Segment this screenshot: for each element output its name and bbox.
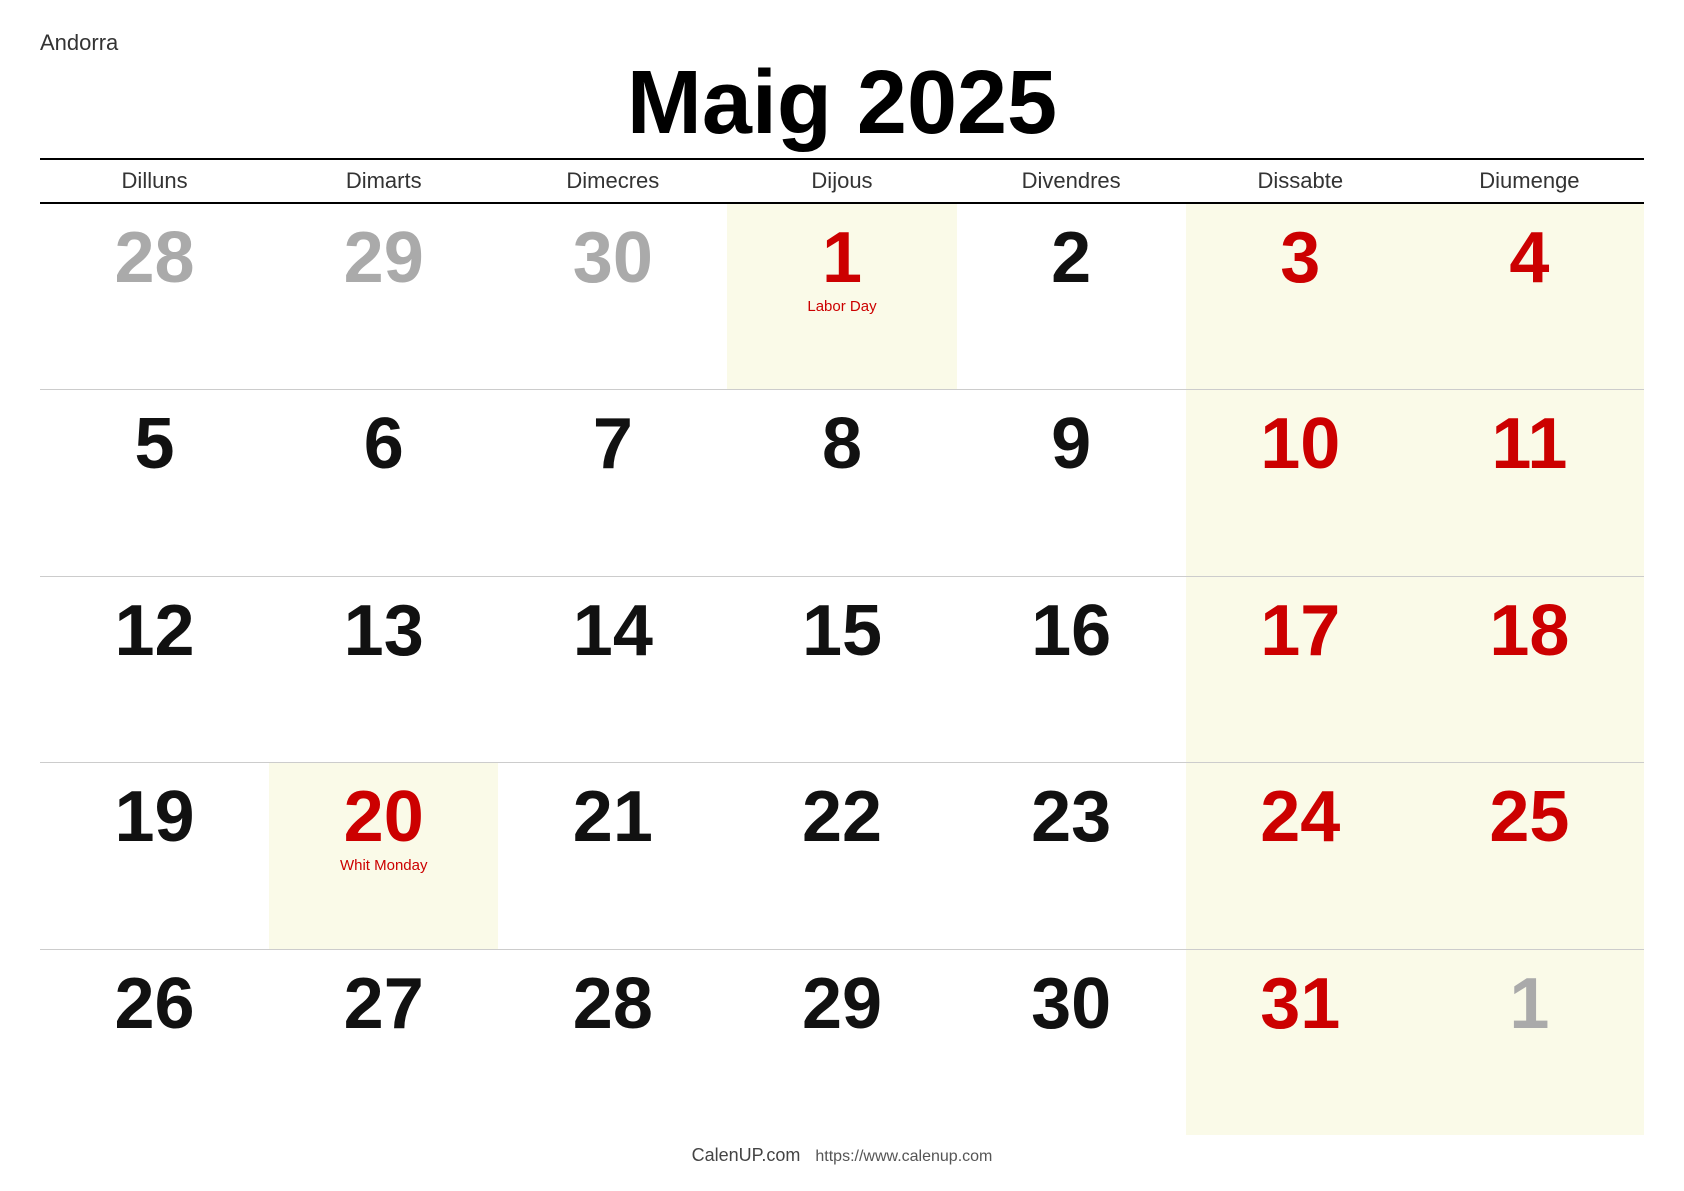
day-number: 29	[802, 968, 882, 1040]
week-row-5: 26 27 28 29 30 31 1	[40, 950, 1644, 1135]
day-number: 24	[1260, 781, 1340, 853]
day-cell-3-5: 16	[957, 577, 1186, 762]
day-number: 2	[1051, 222, 1091, 294]
day-header: Dimecres	[498, 160, 727, 202]
day-header: Diumenge	[1415, 160, 1644, 202]
day-number: 5	[135, 408, 175, 480]
day-number: 20	[344, 781, 424, 853]
day-cell-3-4: 15	[727, 577, 956, 762]
week-row-2: 5 6 7 8 9 10 11	[40, 390, 1644, 576]
day-cell-4-3: 21	[498, 763, 727, 948]
day-header: Dilluns	[40, 160, 269, 202]
day-cell-5-1: 26	[40, 950, 269, 1135]
day-number: 25	[1489, 781, 1569, 853]
week-row-4: 19 20 Whit Monday 21 22 23 24 25	[40, 763, 1644, 949]
day-headers-row: DillunsDimartsDimecresDijousDivendresDis…	[40, 160, 1644, 204]
footer-url: https://www.calenup.com	[815, 1148, 992, 1165]
day-number: 28	[115, 222, 195, 294]
day-header: Dimarts	[269, 160, 498, 202]
day-cell-4-6: 24	[1186, 763, 1415, 948]
day-number: 19	[115, 781, 195, 853]
day-cell-3-1: 12	[40, 577, 269, 762]
day-cell-5-2: 27	[269, 950, 498, 1135]
footer-brand: CalenUP.com	[692, 1145, 801, 1165]
day-cell-2-6: 10	[1186, 390, 1415, 575]
day-cell-1-1: 28	[40, 204, 269, 389]
day-cell-1-5: 2	[957, 204, 1186, 389]
day-cell-4-5: 23	[957, 763, 1186, 948]
day-cell-5-3: 28	[498, 950, 727, 1135]
day-cell-1-6: 3	[1186, 204, 1415, 389]
day-cell-5-7: 1	[1415, 950, 1644, 1135]
day-cell-4-4: 22	[727, 763, 956, 948]
day-number: 4	[1509, 222, 1549, 294]
day-number: 8	[822, 408, 862, 480]
day-number: 11	[1491, 408, 1567, 480]
day-number: 18	[1489, 595, 1569, 667]
day-cell-2-2: 6	[269, 390, 498, 575]
day-number: 12	[115, 595, 195, 667]
day-number: 15	[802, 595, 882, 667]
day-cell-5-5: 30	[957, 950, 1186, 1135]
day-cell-2-7: 11	[1415, 390, 1644, 575]
day-number: 30	[573, 222, 653, 294]
day-header: Divendres	[957, 160, 1186, 202]
calendar-body: 2829301Labor Day234567891011121314151617…	[40, 204, 1644, 1135]
day-cell-5-4: 29	[727, 950, 956, 1135]
day-cell-1-3: 30	[498, 204, 727, 389]
day-number: 21	[573, 781, 653, 853]
day-cell-2-3: 7	[498, 390, 727, 575]
day-number: 1	[1509, 968, 1549, 1040]
day-number: 9	[1051, 408, 1091, 480]
day-number: 27	[344, 968, 424, 1040]
day-number: 10	[1260, 408, 1340, 480]
day-cell-1-7: 4	[1415, 204, 1644, 389]
day-cell-3-6: 17	[1186, 577, 1415, 762]
day-number: 31	[1260, 968, 1340, 1040]
day-number: 22	[802, 781, 882, 853]
day-cell-4-1: 19	[40, 763, 269, 948]
calendar-grid: DillunsDimartsDimecresDijousDivendresDis…	[40, 158, 1644, 1135]
day-number: 23	[1031, 781, 1111, 853]
day-number: 14	[573, 595, 653, 667]
day-header: Dissabte	[1186, 160, 1415, 202]
day-cell-1-4: 1 Labor Day	[727, 204, 956, 389]
day-cell-3-7: 18	[1415, 577, 1644, 762]
day-cell-4-2: 20 Whit Monday	[269, 763, 498, 948]
day-cell-2-1: 5	[40, 390, 269, 575]
day-cell-2-4: 8	[727, 390, 956, 575]
day-number: 1	[822, 222, 862, 294]
day-number: 26	[115, 968, 195, 1040]
week-row-3: 12 13 14 15 16 17 18	[40, 577, 1644, 763]
holiday-label: Whit Monday	[340, 857, 428, 874]
day-cell-1-2: 29	[269, 204, 498, 389]
day-number: 16	[1031, 595, 1111, 667]
day-number: 30	[1031, 968, 1111, 1040]
day-cell-2-5: 9	[957, 390, 1186, 575]
day-cell-5-6: 31	[1186, 950, 1415, 1135]
day-number: 7	[593, 408, 633, 480]
calendar-page: Andorra Maig 2025 DillunsDimartsDimecres…	[0, 0, 1684, 1191]
page-title: Maig 2025	[40, 58, 1644, 148]
holiday-label: Labor Day	[807, 298, 876, 315]
day-header: Dijous	[727, 160, 956, 202]
day-number: 3	[1280, 222, 1320, 294]
day-number: 6	[364, 408, 404, 480]
day-number: 13	[344, 595, 424, 667]
day-cell-3-3: 14	[498, 577, 727, 762]
day-number: 28	[573, 968, 653, 1040]
day-number: 29	[344, 222, 424, 294]
week-row-1: 28 29 30 1 Labor Day 2 3 4	[40, 204, 1644, 390]
day-number: 17	[1260, 595, 1340, 667]
day-cell-4-7: 25	[1415, 763, 1644, 948]
footer: CalenUP.com https://www.calenup.com	[40, 1135, 1644, 1171]
day-cell-3-2: 13	[269, 577, 498, 762]
